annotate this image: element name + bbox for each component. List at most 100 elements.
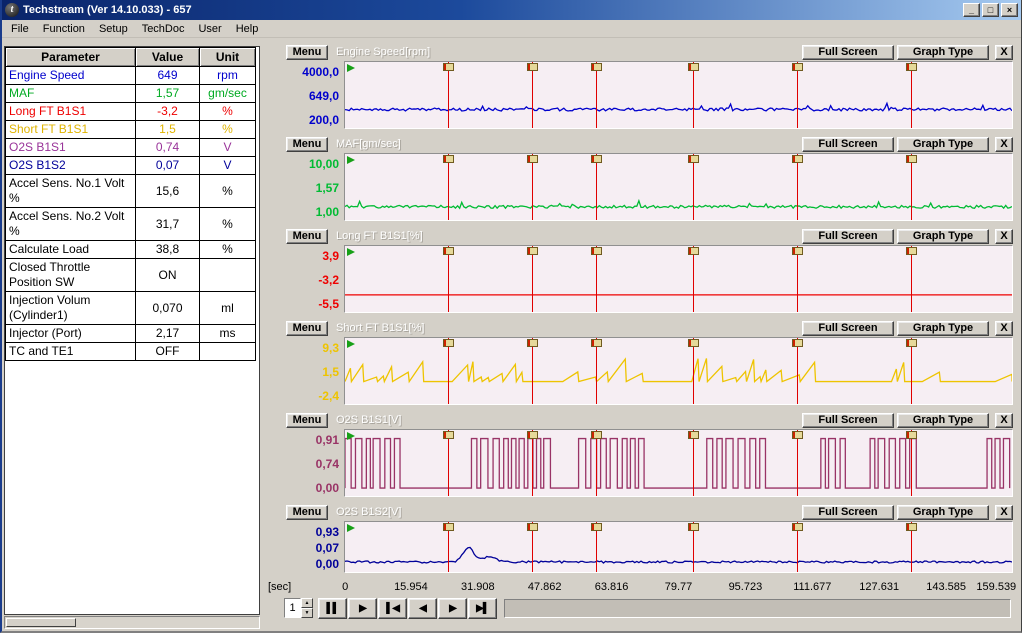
table-row[interactable]: Injector (Port)2,17ms bbox=[6, 325, 256, 343]
graph-menu-button[interactable]: Menu bbox=[286, 45, 328, 60]
graph-type-button[interactable]: Graph Type bbox=[897, 229, 989, 244]
column-header-parameter[interactable]: Parameter bbox=[6, 48, 136, 67]
maximize-button[interactable]: □ bbox=[982, 3, 999, 17]
graph-menu-button[interactable]: Menu bbox=[286, 321, 328, 336]
page-spinner[interactable]: 1 ▲ ▼ bbox=[284, 598, 313, 618]
minimize-button[interactable]: _ bbox=[963, 3, 980, 17]
trigger-line bbox=[448, 154, 449, 220]
trigger-line bbox=[532, 338, 533, 404]
playback-slider-track[interactable] bbox=[504, 599, 1011, 618]
trigger-flag-icon bbox=[527, 155, 538, 163]
skip-end-button[interactable]: ▶▌ bbox=[468, 598, 497, 619]
close-button[interactable]: × bbox=[1001, 3, 1018, 17]
trigger-flag-icon bbox=[688, 155, 699, 163]
plot-area[interactable] bbox=[344, 337, 1013, 405]
table-row[interactable]: Long FT B1S1-3,2% bbox=[6, 103, 256, 121]
play-button[interactable]: ▶ bbox=[348, 598, 377, 619]
table-row[interactable]: Accel Sens. No.2 Volt %31,7% bbox=[6, 208, 256, 241]
graph-menu-button[interactable]: Menu bbox=[286, 137, 328, 152]
start-marker-icon bbox=[347, 248, 355, 256]
graph-menu-button[interactable]: Menu bbox=[286, 505, 328, 520]
graph-menu-button[interactable]: Menu bbox=[286, 413, 328, 428]
graph-menu-button[interactable]: Menu bbox=[286, 229, 328, 244]
y-current-label: 649,0 bbox=[309, 90, 339, 103]
spinner-value: 1 bbox=[284, 598, 301, 618]
spinner-up-button[interactable]: ▲ bbox=[301, 598, 313, 608]
graph-type-button[interactable]: Graph Type bbox=[897, 137, 989, 152]
menu-item-file[interactable]: File bbox=[4, 21, 36, 37]
table-row[interactable]: O2S B1S10,74V bbox=[6, 139, 256, 157]
title-bar[interactable]: t Techstream (Ver 14.10.033) - 657 _ □ × bbox=[2, 0, 1021, 20]
trigger-flag-icon bbox=[443, 339, 454, 347]
time-tick-label: 47.862 bbox=[528, 581, 562, 593]
table-row[interactable]: Short FT B1S11,5% bbox=[6, 121, 256, 139]
graph-header: Menu Long FT B1S1[%] Full ScreenGraph Type… bbox=[266, 228, 1013, 244]
scrollbar-thumb[interactable] bbox=[6, 618, 76, 627]
plot-area[interactable] bbox=[344, 521, 1013, 573]
table-row[interactable]: Engine Speed649rpm bbox=[6, 67, 256, 85]
table-row[interactable]: MAF1,57gm/sec bbox=[6, 85, 256, 103]
menu-item-user[interactable]: User bbox=[191, 21, 228, 37]
table-row[interactable]: Accel Sens. No.1 Volt %15,6% bbox=[6, 175, 256, 208]
time-tick-label: 15.954 bbox=[394, 581, 428, 593]
close-graph-button[interactable]: X bbox=[995, 413, 1013, 428]
close-graph-button[interactable]: X bbox=[995, 137, 1013, 152]
table-row[interactable]: Closed Throttle Position SWON bbox=[6, 259, 256, 292]
trigger-line bbox=[911, 338, 912, 404]
parameter-name-cell: Calculate Load bbox=[6, 241, 136, 259]
plot-area[interactable] bbox=[344, 429, 1013, 497]
plot-area[interactable] bbox=[344, 153, 1013, 221]
menu-item-setup[interactable]: Setup bbox=[92, 21, 135, 37]
graph-type-button[interactable]: Graph Type bbox=[897, 45, 989, 60]
column-header-value[interactable]: Value bbox=[136, 48, 200, 67]
table-row[interactable]: Injection Volum (Cylinder1)0,070ml bbox=[6, 292, 256, 325]
spinner-down-button[interactable]: ▼ bbox=[301, 608, 313, 618]
start-marker-icon bbox=[347, 156, 355, 164]
y-max-label: 0,91 bbox=[316, 434, 339, 447]
time-axis-unit-label: [sec] bbox=[268, 581, 291, 593]
trigger-line bbox=[596, 246, 597, 312]
graph-title: Long FT B1S1[%] bbox=[336, 230, 423, 242]
full-screen-button[interactable]: Full Screen bbox=[802, 505, 894, 520]
column-header-unit[interactable]: Unit bbox=[200, 48, 256, 67]
menu-item-function[interactable]: Function bbox=[36, 21, 92, 37]
full-screen-button[interactable]: Full Screen bbox=[802, 45, 894, 60]
graph-type-button[interactable]: Graph Type bbox=[897, 505, 989, 520]
full-screen-button[interactable]: Full Screen bbox=[802, 413, 894, 428]
menu-item-help[interactable]: Help bbox=[229, 21, 266, 37]
trigger-line bbox=[797, 154, 798, 220]
graph-type-button[interactable]: Graph Type bbox=[897, 321, 989, 336]
table-row[interactable]: O2S B1S20,07V bbox=[6, 157, 256, 175]
start-marker-icon bbox=[347, 340, 355, 348]
y-max-label: 0,93 bbox=[316, 526, 339, 539]
parameter-unit-cell: % bbox=[200, 103, 256, 121]
step-forward-button[interactable]: ▶ bbox=[438, 598, 467, 619]
full-screen-button[interactable]: Full Screen bbox=[802, 229, 894, 244]
pause-button[interactable]: ▌▌ bbox=[318, 598, 347, 619]
menu-item-techdoc[interactable]: TechDoc bbox=[135, 21, 192, 37]
table-row[interactable]: Calculate Load38,8% bbox=[6, 241, 256, 259]
y-min-label: -5,5 bbox=[318, 298, 339, 311]
plot-area[interactable] bbox=[344, 245, 1013, 313]
trigger-line bbox=[911, 246, 912, 312]
skip-start-button[interactable]: ▌◀ bbox=[378, 598, 407, 619]
close-graph-button[interactable]: X bbox=[995, 229, 1013, 244]
parameter-value-cell: OFF bbox=[136, 343, 200, 361]
table-row[interactable]: TC and TE1OFF bbox=[6, 343, 256, 361]
close-graph-button[interactable]: X bbox=[995, 321, 1013, 336]
plot-area[interactable] bbox=[344, 61, 1013, 129]
trigger-flag-icon bbox=[527, 63, 538, 71]
horizontal-scrollbar[interactable] bbox=[4, 616, 260, 629]
trigger-flag-icon bbox=[688, 339, 699, 347]
parameter-unit-cell: gm/sec bbox=[200, 85, 256, 103]
step-back-button[interactable]: ◀ bbox=[408, 598, 437, 619]
y-min-label: 200,0 bbox=[309, 114, 339, 127]
full-screen-button[interactable]: Full Screen bbox=[802, 321, 894, 336]
graph-type-button[interactable]: Graph Type bbox=[897, 413, 989, 428]
parameter-value-cell: 1,57 bbox=[136, 85, 200, 103]
parameter-name-cell: Short FT B1S1 bbox=[6, 121, 136, 139]
full-screen-button[interactable]: Full Screen bbox=[802, 137, 894, 152]
playback-bar: 1 ▲ ▼ ▌▌▶▌◀◀▶▶▌ bbox=[266, 595, 1013, 621]
close-graph-button[interactable]: X bbox=[995, 45, 1013, 60]
close-graph-button[interactable]: X bbox=[995, 505, 1013, 520]
